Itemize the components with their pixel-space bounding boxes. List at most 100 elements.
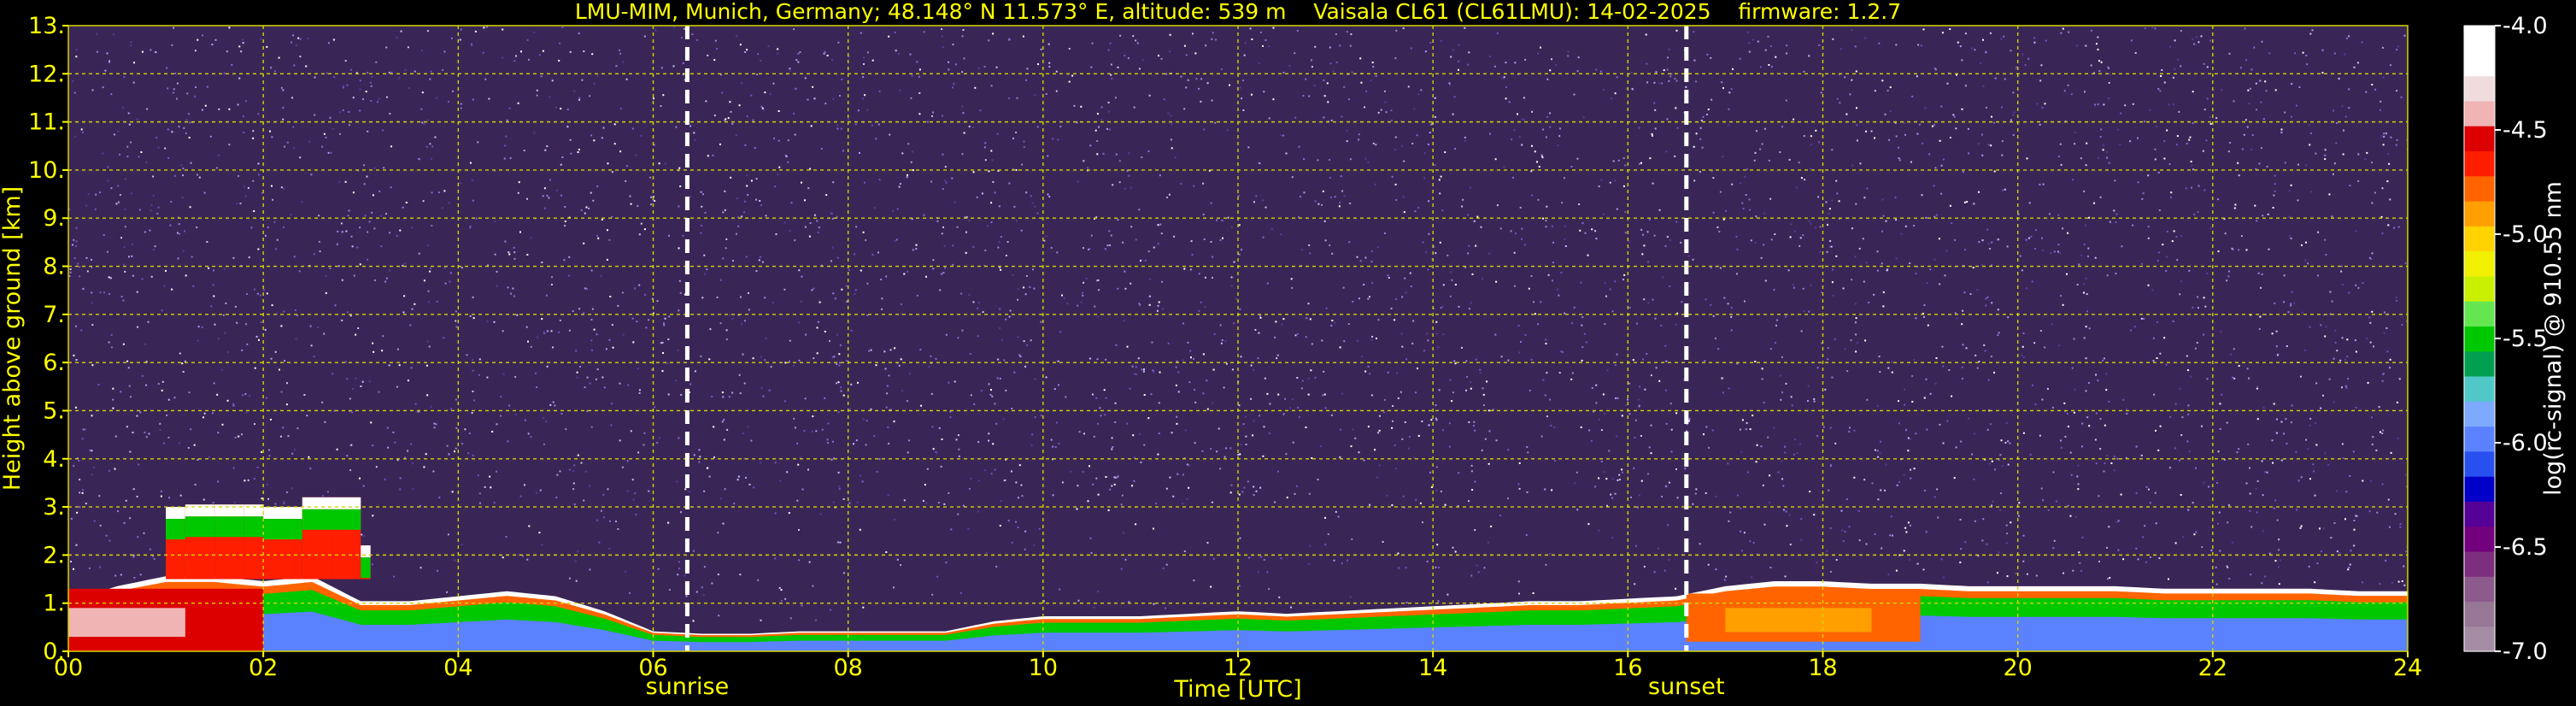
noise-speck (1854, 303, 1857, 305)
noise-speck (910, 161, 912, 163)
noise-speck (2332, 109, 2334, 112)
noise-speck (2006, 245, 2009, 248)
noise-speck (1971, 453, 1974, 456)
noise-speck (1216, 219, 1218, 221)
noise-speck (713, 115, 716, 117)
noise-speck (1949, 204, 1951, 207)
y-tick-label: 13. (28, 13, 65, 39)
noise-speck (2383, 135, 2385, 138)
noise-speck (740, 296, 742, 298)
noise-speck (2180, 30, 2182, 32)
noise-speck (1458, 472, 1460, 474)
noise-speck (1047, 43, 1050, 45)
noise-speck (761, 107, 764, 109)
noise-speck (1467, 252, 1470, 255)
noise-speck (1551, 489, 1553, 491)
noise-speck (390, 145, 392, 148)
noise-speck (2286, 443, 2288, 444)
noise-speck (1174, 156, 1177, 159)
noise-speck (961, 35, 964, 38)
noise-speck (2390, 136, 2392, 138)
noise-speck (518, 181, 520, 184)
noise-speck (426, 30, 429, 32)
noise-speck (1464, 26, 1466, 29)
noise-speck (941, 232, 943, 235)
noise-speck (1829, 527, 1832, 529)
noise-speck (224, 332, 226, 334)
noise-speck (580, 209, 583, 211)
noise-speck (2168, 163, 2171, 165)
noise-speck (74, 406, 77, 409)
noise-speck (1940, 558, 1943, 561)
noise-speck (2221, 89, 2223, 91)
noise-speck (536, 89, 538, 91)
noise-speck (2083, 291, 2085, 294)
noise-speck (2106, 274, 2109, 277)
noise-speck (1925, 378, 1928, 380)
noise-speck (777, 52, 779, 55)
noise-speck (1552, 241, 1554, 244)
noise-speck (143, 532, 145, 534)
noise-speck (1453, 96, 1456, 98)
noise-speck (1048, 62, 1051, 64)
noise-speck (1254, 329, 1257, 331)
noise-speck (1803, 70, 1805, 73)
noise-speck (1394, 149, 1397, 151)
noise-speck (977, 479, 980, 482)
noise-speck (2203, 297, 2205, 299)
noise-speck (1638, 494, 1640, 497)
noise-speck (1487, 541, 1489, 544)
noise-speck (881, 308, 883, 310)
noise-speck (507, 440, 509, 443)
noise-speck (1078, 431, 1081, 433)
noise-speck (181, 362, 184, 365)
noise-speck (997, 246, 1000, 249)
noise-speck (2197, 296, 2199, 298)
noise-speck (2135, 492, 2138, 495)
noise-speck (346, 455, 349, 457)
noise-speck (1646, 353, 1648, 355)
noise-speck (1486, 380, 1488, 383)
noise-speck (942, 46, 944, 49)
noise-speck (1183, 550, 1186, 552)
colorbar-swatch (2464, 401, 2495, 427)
noise-speck (590, 319, 593, 321)
noise-speck (261, 497, 263, 500)
noise-speck (2142, 536, 2144, 538)
noise-speck (2348, 107, 2350, 109)
noise-speck (862, 97, 864, 100)
noise-speck (709, 328, 712, 331)
noise-speck (1723, 297, 1726, 299)
noise-speck (173, 174, 176, 177)
noise-speck (2145, 561, 2147, 563)
noise-speck (1262, 45, 1264, 47)
noise-speck (433, 427, 436, 429)
noise-speck (1728, 520, 1730, 522)
noise-speck (1865, 130, 1867, 132)
noise-speck (746, 174, 748, 177)
noise-speck (798, 321, 801, 324)
noise-speck (2305, 438, 2308, 441)
noise-speck (2268, 248, 2270, 250)
noise-speck (1444, 151, 1446, 154)
x-tick-label: 08 (833, 655, 862, 681)
noise-speck (1581, 346, 1584, 349)
noise-speck (1621, 415, 1623, 417)
noise-speck (638, 284, 641, 286)
noise-speck (1288, 65, 1291, 68)
noise-speck (1780, 374, 1781, 377)
noise-speck (1365, 90, 1368, 92)
noise-speck (1627, 398, 1628, 401)
noise-speck (1371, 62, 1374, 64)
noise-speck (176, 97, 178, 100)
noise-speck (566, 109, 569, 110)
noise-speck (596, 333, 598, 336)
noise-speck (359, 109, 361, 112)
noise-speck (1133, 479, 1135, 482)
noise-speck (234, 305, 237, 308)
noise-speck (228, 144, 231, 146)
noise-speck (1980, 133, 1983, 136)
noise-speck (1394, 319, 1396, 321)
noise-speck (2280, 421, 2283, 423)
noise-speck (800, 300, 802, 303)
